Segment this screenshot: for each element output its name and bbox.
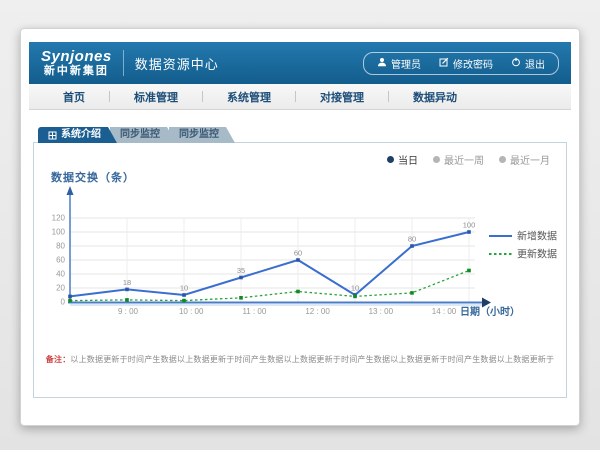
desktop-background: Synjones 新中新集团 数据资源中心 管理员修改密码退出 首页标准管理系统… xyxy=(0,0,600,450)
nav-item-2[interactable]: 标准管理 xyxy=(110,89,202,105)
radio-label: 最近一月 xyxy=(510,152,550,167)
main-nav: 首页标准管理系统管理对接管理数据异动 xyxy=(29,84,571,110)
data-point[interactable] xyxy=(467,269,471,273)
user-menu-label: 管理员 xyxy=(391,56,421,71)
y-tick-label: 80 xyxy=(56,242,65,251)
data-point[interactable] xyxy=(182,293,186,297)
data-point[interactable] xyxy=(239,276,243,280)
x-tick-label: 10 : 00 xyxy=(179,307,204,316)
nav-item-3[interactable]: 系统管理 xyxy=(203,89,295,105)
y-tick-label: 40 xyxy=(56,270,65,279)
data-point[interactable] xyxy=(125,288,129,292)
legend-label[interactable]: 新增数据 xyxy=(517,230,557,243)
brand-logo: Synjones 新中新集团 xyxy=(41,49,112,78)
data-point[interactable] xyxy=(410,291,414,295)
data-point[interactable] xyxy=(296,258,300,262)
app-header: Synjones 新中新集团 数据资源中心 管理员 修改密码 退出 xyxy=(29,42,571,84)
content-area: 系统介绍同步监控同步监控 当日最近一周最近一月 数据交换（条） 02040608… xyxy=(29,110,571,398)
data-point[interactable] xyxy=(125,298,129,302)
data-point[interactable] xyxy=(68,299,72,303)
tab-label: 系统介绍 xyxy=(61,127,101,143)
data-point-label: 18 xyxy=(123,278,131,287)
y-tick-label: 60 xyxy=(56,256,65,265)
brand-logo-cn-text: 新中新集团 xyxy=(41,65,112,77)
nav-item-1[interactable]: 首页 xyxy=(39,89,109,105)
note-prefix: 备注： xyxy=(46,355,71,364)
user-menu-label: 退出 xyxy=(525,56,545,71)
line-chart: 0 20 40 60 80 100 120 9 : 00 10 : 00 11 : 00 12 : … xyxy=(34,183,568,333)
x-axis-arrow-icon xyxy=(482,298,491,308)
data-point[interactable] xyxy=(68,295,72,299)
tab-label: 同步监控 xyxy=(120,127,160,143)
data-point[interactable] xyxy=(353,295,357,299)
tab-3[interactable]: 同步监控 xyxy=(169,127,235,143)
radio-dot xyxy=(499,156,506,163)
y-tick-label: 120 xyxy=(52,214,66,223)
content-panel: 当日最近一周最近一月 数据交换（条） 0204060801001209 : 00… xyxy=(33,142,567,398)
y-tick-label: 0 xyxy=(61,298,66,307)
legend-label[interactable]: 更新数据 xyxy=(517,248,557,261)
user-menu-item-2[interactable]: 修改密码 xyxy=(430,55,502,72)
x-tick-label: 14 : 00 xyxy=(432,307,457,316)
y-tick-label: 20 xyxy=(56,284,65,293)
data-point-label: 35 xyxy=(237,266,245,275)
user-icon xyxy=(377,57,387,70)
data-point-label: 10 xyxy=(351,284,359,293)
x-tick-label: 13 : 00 xyxy=(369,307,394,316)
data-point[interactable] xyxy=(239,296,243,300)
radio-dot xyxy=(387,156,394,163)
edit-icon xyxy=(439,57,449,70)
radio-label: 最近一周 xyxy=(444,152,484,167)
user-menu-label: 修改密码 xyxy=(453,56,493,71)
data-point-label: 80 xyxy=(408,235,416,244)
data-point[interactable] xyxy=(296,290,300,294)
y-axis-arrow-icon xyxy=(67,186,74,195)
x-tick-label: 12 : 00 xyxy=(305,307,330,316)
radio-dot xyxy=(433,156,440,163)
data-point-label: 100 xyxy=(463,221,476,230)
brand-logo-text: Synjones xyxy=(41,49,112,66)
app-window: Synjones 新中新集团 数据资源中心 管理员修改密码退出 首页标准管理系统… xyxy=(20,28,580,426)
data-point[interactable] xyxy=(410,244,414,248)
radio-label: 当日 xyxy=(398,152,418,167)
footer-note: 备注：以上数据更新于时间产生数据以上数据更新于时间产生数据以上数据更新于时间产生… xyxy=(34,354,566,365)
tab-bar: 系统介绍 同步监控 同步监控 xyxy=(29,127,571,143)
grid-icon xyxy=(48,131,57,140)
x-tick-label: 11 : 00 xyxy=(242,307,266,316)
radio-option-2[interactable]: 最近一周 xyxy=(433,152,484,167)
data-point[interactable] xyxy=(467,230,471,234)
note-text: 以上数据更新于时间产生数据以上数据更新于时间产生数据以上数据更新于时间产生数据以… xyxy=(70,355,554,364)
chart-svg: 0 20 40 60 80 100 120 9 : 00 10 : 00 11 : 00 12 : … xyxy=(34,183,568,333)
y-tick-label: 100 xyxy=(52,228,66,237)
data-point[interactable] xyxy=(182,299,186,303)
tab-label: 同步监控 xyxy=(179,127,219,143)
page-title: 数据资源中心 xyxy=(135,54,219,73)
nav-item-4[interactable]: 对接管理 xyxy=(296,89,388,105)
tab-1[interactable]: 系统介绍 xyxy=(38,127,117,143)
time-range-radio-group: 当日 最近一周 最近一月 xyxy=(387,152,550,167)
nav-item-5[interactable]: 数据异动 xyxy=(389,89,481,105)
data-point-label: 10 xyxy=(180,284,188,293)
tab-2[interactable]: 同步监控 xyxy=(110,127,176,143)
power-icon xyxy=(511,57,521,70)
user-menu-item-3[interactable]: 退出 xyxy=(502,55,554,72)
header-divider xyxy=(123,50,124,76)
user-menu: 管理员 修改密码 退出 xyxy=(363,52,559,75)
radio-option-1[interactable]: 当日 xyxy=(387,152,418,167)
radio-option-3[interactable]: 最近一月 xyxy=(499,152,550,167)
x-axis-title: 日期（小时） xyxy=(460,305,520,318)
data-point-label: 60 xyxy=(294,249,302,258)
user-menu-item-1[interactable]: 管理员 xyxy=(368,55,430,72)
x-tick-label: 9 : 00 xyxy=(118,307,139,316)
